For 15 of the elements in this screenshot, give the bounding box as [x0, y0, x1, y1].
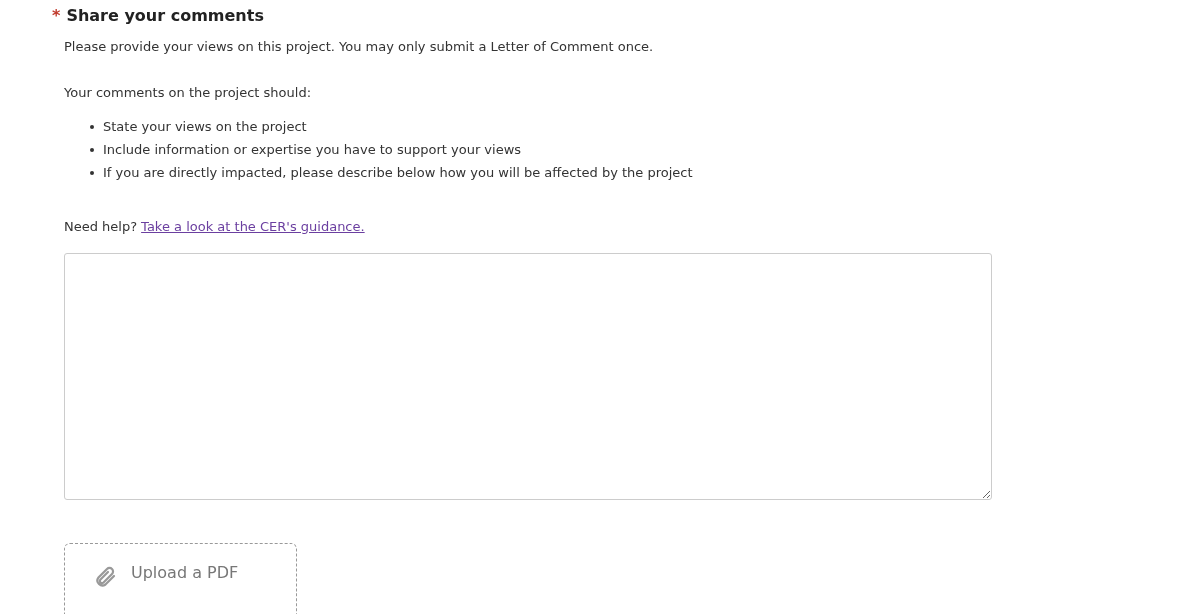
bullet-text: If you are directly impacted, please describe below how you will be affected by the project — [103, 164, 693, 182]
upload-button[interactable]: Upload a PDF — [64, 543, 297, 614]
section-title: Share your comments — [66, 5, 264, 27]
bullet-text: Include information or expertise you have to support your views — [103, 141, 522, 159]
required-mark: * — [52, 5, 61, 27]
list-heading: Your comments on the project should: — [64, 84, 313, 102]
bullet-text: State your views on the project — [103, 118, 307, 136]
bullet-icon — [90, 171, 94, 175]
help-text: Need help? — [64, 218, 138, 236]
bullet-icon — [90, 125, 94, 129]
bullet-icon — [90, 148, 94, 152]
paperclip-icon — [93, 564, 117, 590]
guidance-link[interactable]: Take a look at the CER's guidance. — [141, 218, 365, 236]
comment-field[interactable] — [64, 253, 992, 500]
intro-text: Please provide your views on this project. You may only submit a Letter of Comment once. — [64, 38, 655, 56]
